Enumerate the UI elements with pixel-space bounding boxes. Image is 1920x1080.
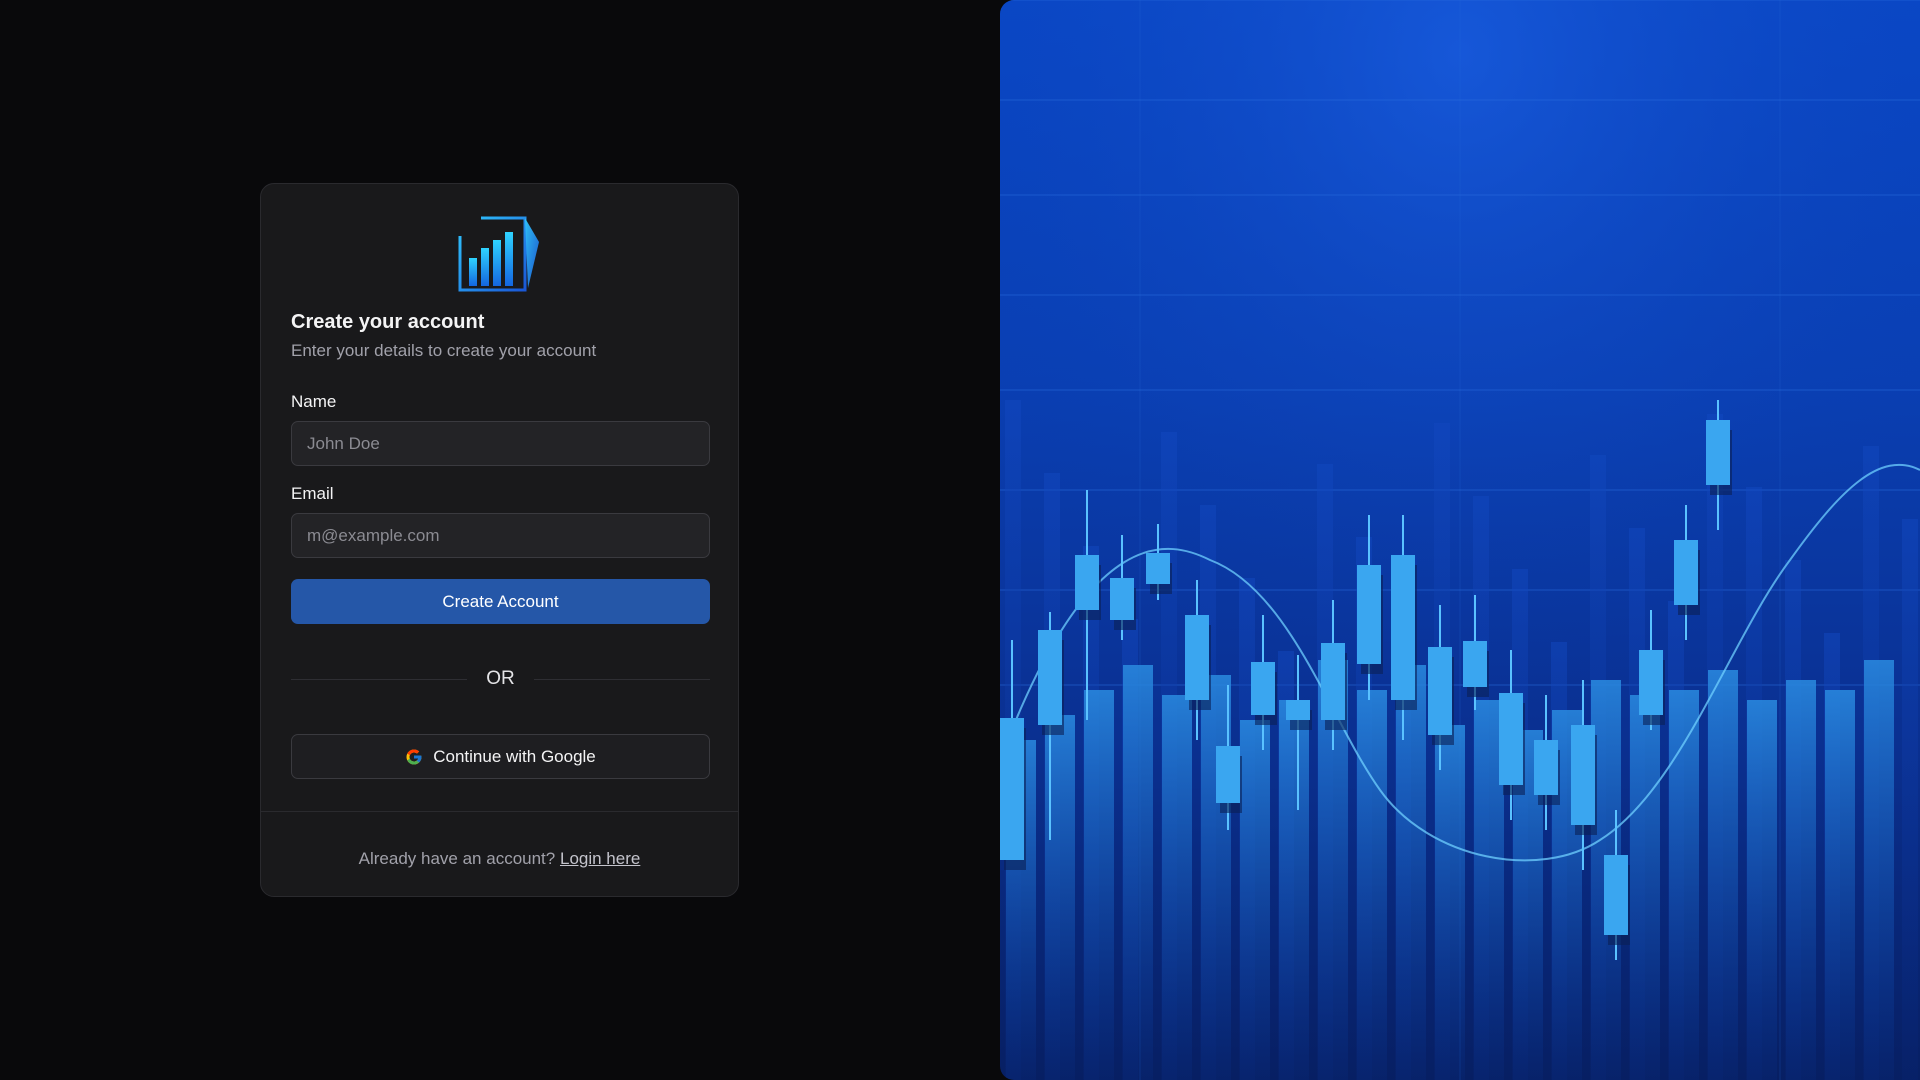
signup-page: Create your account Enter your details t… bbox=[0, 0, 1920, 1080]
bar-chart-logo-icon bbox=[457, 212, 543, 298]
login-prompt-text: Already have an account? bbox=[358, 849, 556, 868]
footer-divider bbox=[261, 811, 738, 812]
create-account-button[interactable]: Create Account bbox=[291, 579, 710, 624]
page-title: Create your account bbox=[291, 311, 485, 333]
candlestick-chart-illustration bbox=[1000, 0, 1920, 1080]
divider-line-right bbox=[534, 679, 710, 680]
login-prompt: Already have an account? Login here bbox=[261, 848, 738, 870]
google-button-label: Continue with Google bbox=[433, 746, 596, 766]
signup-card: Create your account Enter your details t… bbox=[260, 183, 739, 897]
email-label: Email bbox=[291, 484, 334, 503]
name-label: Name bbox=[291, 392, 337, 411]
page-subtitle: Enter your details to create your accoun… bbox=[291, 341, 597, 360]
name-input[interactable] bbox=[291, 421, 710, 466]
google-icon bbox=[405, 748, 423, 766]
email-input[interactable] bbox=[291, 513, 710, 558]
login-link[interactable]: Login here bbox=[560, 849, 640, 868]
google-signin-button[interactable]: Continue with Google bbox=[291, 734, 710, 779]
